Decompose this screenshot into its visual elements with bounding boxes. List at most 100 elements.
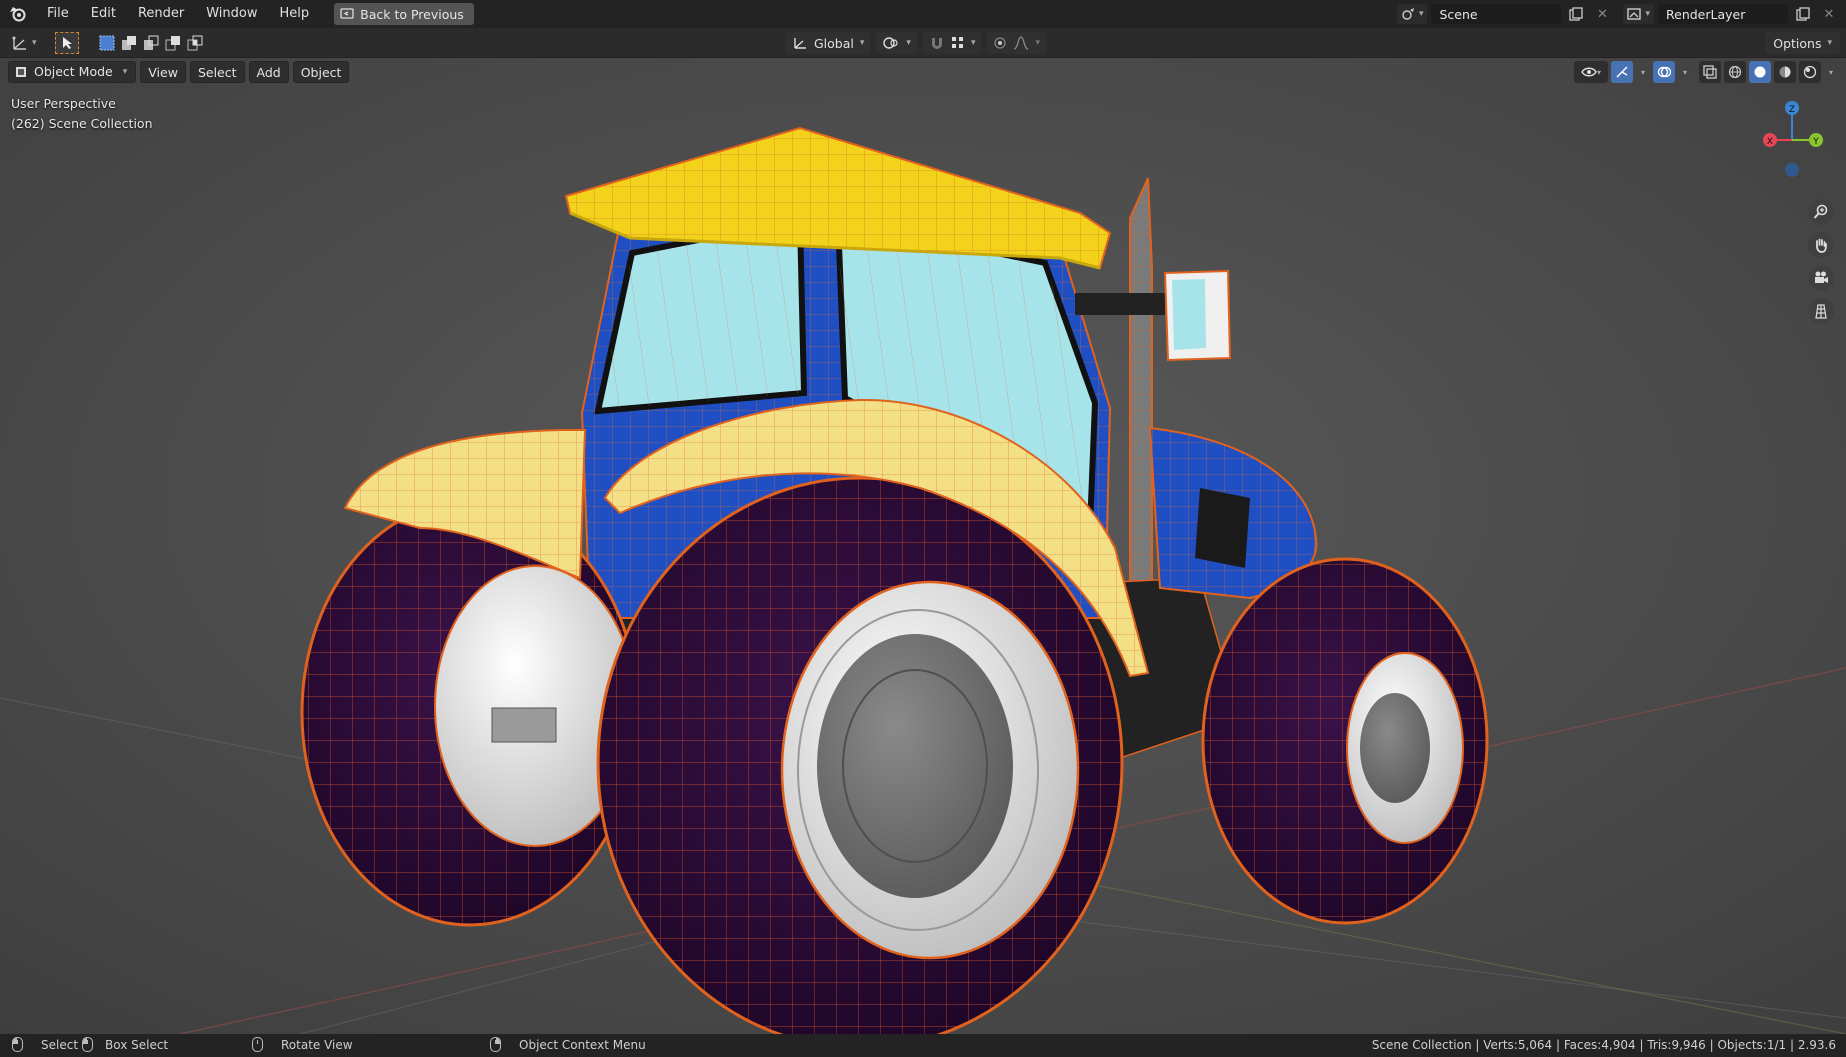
close-icon: ✕ — [1823, 6, 1835, 22]
render-layer-field[interactable]: RenderLayer — [1658, 4, 1788, 24]
chevron-down-icon: ▾ — [1035, 38, 1040, 48]
new-scene-button[interactable] — [1565, 4, 1587, 24]
menu-edit[interactable]: Edit — [80, 0, 127, 28]
overlays-dropdown[interactable]: ▾ — [1678, 61, 1692, 83]
render-layer-icon — [1627, 8, 1642, 20]
status-box-select-hint: Box Select — [82, 1037, 168, 1052]
zoom-view-button[interactable] — [1808, 199, 1834, 225]
exhaust-pipe — [1129, 177, 1153, 608]
select-tool-button[interactable] — [54, 31, 79, 54]
duplicate-icon — [1569, 7, 1584, 21]
select-mode-intersect-button[interactable] — [185, 33, 205, 53]
ortho-toggle-button[interactable] — [1808, 298, 1834, 324]
viewport-header: Object Mode ▾ View Select Add Object — [8, 60, 350, 84]
overlays-toggle-button[interactable] — [1653, 61, 1675, 83]
viewport-scene[interactable] — [0, 58, 1846, 1034]
delete-scene-button[interactable]: ✕ — [1591, 4, 1613, 24]
select-new-icon — [99, 35, 115, 50]
new-view-layer-button[interactable] — [1792, 4, 1814, 24]
back-to-previous-button[interactable]: Back to Previous — [334, 3, 474, 25]
chevron-down-icon: ▾ — [1827, 38, 1832, 48]
transform-axes-icon — [12, 36, 26, 50]
rendered-sphere-icon — [1803, 65, 1817, 79]
chevron-down-icon: ▾ — [122, 67, 128, 77]
wireframe-sphere-icon — [1728, 65, 1742, 79]
menu-render[interactable]: Render — [127, 0, 195, 28]
navigation-gizmo[interactable]: Z Y X — [1736, 78, 1846, 198]
collection-label: (262) Scene Collection — [11, 116, 153, 131]
magnet-icon — [931, 38, 942, 49]
chevron-down-icon: ▾ — [859, 38, 865, 48]
mouse-right-icon — [490, 1037, 501, 1052]
rear-left-wheel — [300, 499, 640, 927]
object-mode-dropdown[interactable]: Object Mode ▾ — [8, 61, 137, 83]
render-layer-value: RenderLayer — [1666, 6, 1746, 22]
object-mode-label: Object Mode — [34, 64, 113, 79]
select-subtract-icon — [143, 35, 159, 50]
select-mode-extend-button[interactable] — [119, 33, 139, 53]
scene-selector-dropdown[interactable]: ▾ — [1396, 4, 1428, 24]
status-bar: Select Box Select Rotate View Object Con… — [0, 1034, 1846, 1057]
viewport-menu-add[interactable]: Add — [248, 61, 289, 83]
chevron-down-icon: ▾ — [906, 38, 911, 48]
transform-orientation-dropdown[interactable]: Global ▾ — [786, 32, 871, 54]
screen-back-icon — [340, 8, 354, 19]
3d-viewport[interactable]: Object Mode ▾ View Select Add Object Use… — [0, 58, 1846, 1034]
status-rotate-view-label: Rotate View — [281, 1037, 353, 1052]
view-layer-dropdown[interactable]: ▾ — [1623, 4, 1654, 24]
menu-file[interactable]: File — [36, 0, 80, 28]
camera-view-button[interactable] — [1808, 265, 1834, 291]
overlays-icon — [1657, 66, 1671, 78]
duplicate-icon — [1796, 7, 1810, 21]
select-intersect-icon — [187, 35, 203, 50]
tool-header: ▾ Global ▾ ▾ ▾ ▾ Options ▾ — [0, 28, 1846, 58]
editor-type-dropdown[interactable]: ▾ — [8, 32, 41, 53]
chevron-down-icon: ▾ — [1596, 67, 1601, 77]
scene-name-value: Scene — [1439, 6, 1478, 22]
options-dropdown[interactable]: Options ▾ — [1765, 32, 1840, 54]
gizmo-dropdown[interactable]: ▾ — [1636, 61, 1650, 83]
transform-orientation-value: Global — [814, 35, 854, 51]
scene-statistics: Scene Collection | Verts:5,064 | Faces:4… — [1371, 1038, 1836, 1052]
chevron-down-icon: ▾ — [32, 37, 37, 48]
mouse-left-icon — [12, 1037, 23, 1052]
select-mode-subtract-button[interactable] — [141, 33, 161, 53]
viewport-menu-select[interactable]: Select — [189, 61, 245, 83]
select-mode-new-button[interactable] — [97, 33, 117, 53]
material-sphere-icon — [1779, 66, 1791, 78]
perspective-label: User Perspective — [11, 96, 116, 111]
proportional-editing-dropdown[interactable]: ▾ — [987, 32, 1046, 54]
delete-view-layer-button[interactable]: ✕ — [1818, 4, 1840, 24]
falloff-curve-icon — [1014, 36, 1029, 50]
viewport-menu-object[interactable]: Object — [292, 61, 350, 83]
xray-toggle-button[interactable] — [1699, 61, 1721, 83]
select-mode-invert-button[interactable] — [163, 33, 183, 53]
close-icon: ✕ — [1597, 6, 1608, 22]
grid-icon — [1815, 304, 1827, 319]
pivot-point-dropdown[interactable]: ▾ — [876, 32, 917, 54]
scene-name-field[interactable]: Scene — [1431, 4, 1562, 24]
menu-window[interactable]: Window — [195, 0, 268, 28]
gizmo-neg-z-axis[interactable] — [1785, 163, 1799, 177]
status-context-menu-label: Object Context Menu — [519, 1037, 646, 1052]
solid-sphere-icon — [1754, 66, 1766, 78]
blender-logo-icon[interactable] — [0, 0, 36, 28]
gizmo-toggle-button[interactable] — [1611, 61, 1633, 83]
back-to-previous-label: Back to Previous — [360, 6, 464, 22]
chevron-down-icon: ▾ — [1645, 9, 1650, 19]
pan-view-button[interactable] — [1808, 232, 1834, 258]
select-extend-icon — [121, 35, 136, 50]
status-rotate-view-hint: Rotate View — [252, 1037, 353, 1052]
snapping-dropdown[interactable]: ▾ — [922, 32, 982, 54]
select-invert-icon — [165, 35, 180, 50]
rear-right-wheel — [596, 476, 1124, 1034]
mouse-drag-icon — [82, 1037, 93, 1052]
object-visibility-dropdown[interactable]: ▾ — [1574, 61, 1608, 83]
viewport-menu-view[interactable]: View — [140, 61, 186, 83]
hand-icon — [1816, 238, 1827, 253]
orientation-axes-icon — [794, 38, 806, 49]
top-menu-bar: File Edit Render Window Help Back to Pre… — [0, 0, 1846, 28]
menu-help[interactable]: Help — [269, 0, 321, 28]
chevron-down-icon: ▾ — [1682, 67, 1687, 77]
scene-icon — [1402, 8, 1414, 20]
